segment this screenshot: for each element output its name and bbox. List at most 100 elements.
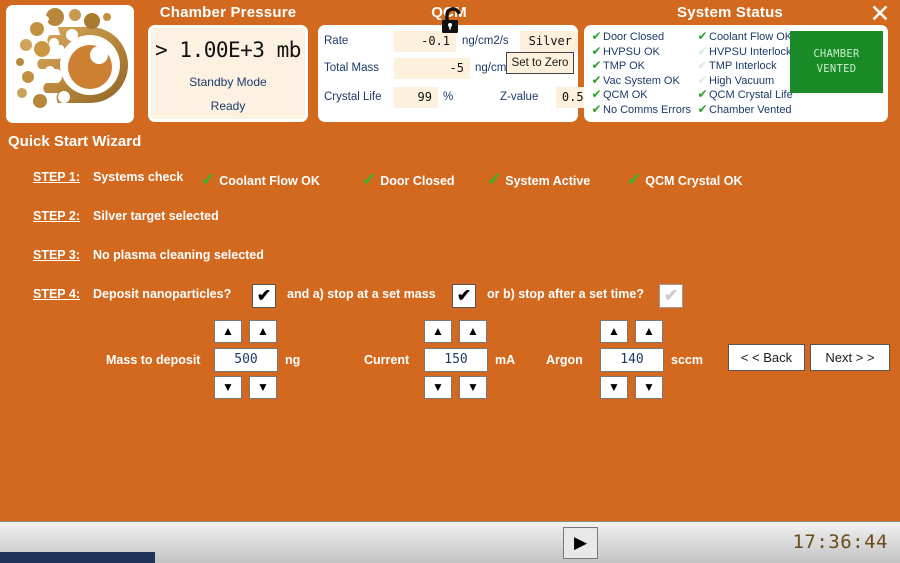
step3-label[interactable]: STEP 3:	[33, 248, 85, 262]
status-item-right-5: ✔Chamber Vented	[696, 102, 793, 117]
step2-text: Silver target selected	[93, 209, 219, 223]
current-input[interactable]: 150	[424, 348, 488, 372]
stop-at-set-mass-checkbox[interactable]: ✔	[452, 284, 476, 308]
current-coarse-down-button[interactable]: ▼	[424, 376, 452, 399]
status-item-right-2: ✔TMP Interlock	[696, 58, 793, 73]
check-icon: ✔	[697, 72, 708, 87]
system-status-title: System Status	[677, 4, 783, 21]
mass-fine-up-button[interactable]: ▲	[249, 320, 277, 343]
qcm-crystal-life-unit: %	[443, 91, 454, 103]
argon-label: Argon	[546, 353, 583, 367]
current-fine-up-button[interactable]: ▲	[459, 320, 487, 343]
mass-to-deposit-label: Mass to deposit	[106, 353, 201, 367]
status-item-label: TMP OK	[603, 60, 645, 73]
page-title: Quick Start Wizard	[8, 133, 142, 150]
status-item-left-2: ✔TMP OK	[590, 58, 691, 73]
step4-text: Deposit nanoparticles?	[93, 287, 232, 301]
nanoparticle-logo-icon	[16, 8, 129, 108]
chamber-pressure-panel: > 1.00E+3 mb Standby Mode Ready	[148, 25, 308, 122]
mass-to-deposit-unit: ng	[285, 353, 301, 367]
status-item-label: QCM Crystal Life	[709, 89, 793, 102]
qcm-material: Silver	[520, 31, 578, 52]
step4-option-a-label: and a) stop at a set mass	[287, 287, 436, 301]
step1-label[interactable]: STEP 1:	[33, 170, 85, 184]
qcm-crystal-life-value: 99	[394, 87, 438, 108]
wizard-step-3: STEP 3: No plasma cleaning selected	[0, 248, 900, 272]
step4-option-b-label: or b) stop after a set time?	[487, 287, 644, 301]
status-item-left-4: ✔QCM OK	[590, 87, 691, 102]
check-icon: ✔	[591, 72, 602, 87]
step1-check-coolant: ✓ Coolant Flow OK	[201, 170, 320, 189]
status-item-label: Door Closed	[603, 31, 665, 43]
status-item-left-3: ✔Vac System OK	[590, 73, 691, 88]
status-item-label: TMP Interlock	[709, 60, 777, 73]
check-icon: ✔	[697, 87, 708, 102]
check-icon: ✔	[591, 101, 602, 116]
check-icon: ✔	[591, 58, 602, 73]
step4-label[interactable]: STEP 4:	[33, 287, 85, 301]
mass-fine-down-button[interactable]: ▼	[249, 376, 277, 399]
current-unit: mA	[495, 353, 516, 367]
pressure-mode: Standby Mode	[189, 75, 267, 89]
set-to-zero-button[interactable]: Set to Zero	[506, 52, 574, 74]
current-label: Current	[364, 353, 410, 367]
mass-coarse-up-button[interactable]: ▲	[214, 320, 242, 343]
check-icon: ✔	[591, 43, 602, 58]
status-item-label: HVPSU OK	[603, 45, 660, 58]
check-icon: ✓	[362, 170, 377, 189]
step1-text: Systems check	[93, 170, 184, 184]
check-icon: ✔	[697, 43, 708, 58]
status-item-label: No Comms Errors	[603, 103, 692, 116]
status-badge-line2: VENTED	[816, 63, 857, 75]
status-item-right-0: ✔Coolant Flow OK	[696, 29, 793, 44]
taskbar-accent-strip	[0, 552, 155, 563]
qcm-total-mass-value: -5	[394, 58, 470, 79]
status-item-left-5: ✔No Comms Errors	[590, 102, 691, 117]
clock: 17:36:44	[792, 531, 888, 553]
qcm-panel: Rate -0.1 ng/cm2/s Silver Total Mass -5 …	[318, 25, 604, 122]
next-button[interactable]: Next > >	[810, 344, 890, 371]
check-icon: ✓	[201, 170, 216, 189]
mass-coarse-down-button[interactable]: ▼	[214, 376, 242, 399]
argon-fine-up-button[interactable]: ▲	[635, 320, 663, 343]
status-item-label: Vac System OK	[603, 74, 680, 87]
unlock-icon[interactable]	[437, 5, 469, 37]
status-item-label: High Vacuum	[709, 74, 775, 87]
argon-coarse-up-button[interactable]: ▲	[600, 320, 628, 343]
check-icon: ✔	[697, 101, 708, 116]
check-icon: ✔	[591, 87, 602, 102]
argon-coarse-down-button[interactable]: ▼	[600, 376, 628, 399]
step3-text: No plasma cleaning selected	[93, 248, 264, 262]
status-item-left-0: ✔Door Closed	[590, 29, 691, 44]
qcm-rate-label: Rate	[324, 35, 349, 47]
status-badge-line1: CHAMBER	[813, 48, 860, 60]
wizard-step-1: STEP 1: Systems check ✓ Coolant Flow OK ✓…	[0, 170, 900, 194]
mass-to-deposit-input[interactable]: 500	[214, 348, 278, 372]
deposit-nanoparticles-checkbox[interactable]: ✔	[252, 284, 276, 308]
argon-unit: sccm	[671, 353, 703, 367]
argon-fine-down-button[interactable]: ▼	[635, 376, 663, 399]
check-icon: ✔	[697, 29, 708, 43]
status-item-left-1: ✔HVPSU OK	[590, 44, 691, 59]
back-button[interactable]: < < Back	[728, 344, 805, 371]
status-item-right-4: ✔QCM Crystal Life	[696, 87, 793, 102]
step2-label[interactable]: STEP 2:	[33, 209, 85, 223]
stop-after-set-time-checkbox[interactable]: ✔	[659, 284, 683, 308]
wizard-step-4: STEP 4: Deposit nanoparticles? ✔ and a) …	[0, 284, 900, 311]
qcm-row-crystal-life: Crystal Life 99 % Z-value 0.529	[324, 87, 604, 109]
pressure-value: > 1.00E+3 mb	[155, 38, 301, 62]
status-item-right-1: ✔HVPSU Interlock	[696, 44, 793, 59]
status-badge: CHAMBER VENTED	[790, 31, 883, 93]
check-icon: ✓	[487, 170, 502, 189]
qcm-rate-unit: ng/cm2/s	[462, 35, 509, 47]
qcm-crystal-life-label: Crystal Life	[324, 91, 382, 103]
argon-input[interactable]: 140	[600, 348, 664, 372]
app-logo	[6, 5, 134, 123]
check-icon: ✔	[697, 58, 708, 73]
play-button[interactable]: ▶	[563, 527, 598, 559]
current-coarse-up-button[interactable]: ▲	[424, 320, 452, 343]
step1-check-qcm-crystal: ✓ QCM Crystal OK	[627, 170, 743, 189]
current-fine-down-button[interactable]: ▼	[459, 376, 487, 399]
chamber-pressure-title: Chamber Pressure	[159, 4, 297, 21]
check-icon: ✔	[591, 29, 602, 43]
